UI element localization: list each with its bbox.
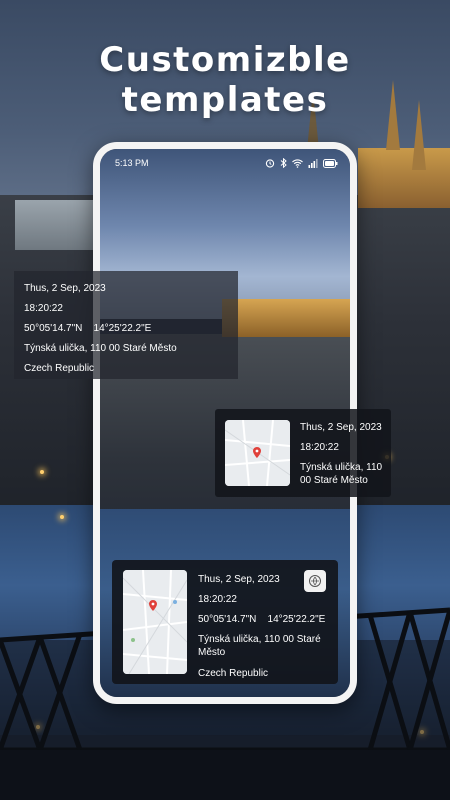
wifi-icon	[292, 158, 303, 168]
status-bar: 5:13 PM	[100, 149, 350, 177]
alarm-icon	[265, 158, 275, 168]
castle	[358, 148, 450, 208]
phone-castle	[222, 299, 350, 337]
card-date: Thus, 2 Sep, 2023	[24, 283, 106, 294]
timestamp-card-text-only[interactable]: Thus, 2 Sep, 2023 18:20:22 50°05'14.7"N …	[14, 271, 238, 379]
card-address: Týnská ulička, 110 00 Staré Město	[198, 634, 321, 658]
card-coordinates: 50°05'14.7"N 14°25'22.2"E	[24, 323, 152, 334]
card-time: 18:20:22	[24, 303, 63, 314]
map-thumbnail	[123, 570, 187, 674]
timestamp-card-map-full[interactable]: Thus, 2 Sep, 2023 18:20:22 50°05'14.7"N …	[112, 560, 338, 684]
card-coordinates: 50°05'14.7"N 14°25'22.2"E	[198, 614, 326, 625]
map-thumbnail	[225, 420, 290, 486]
card-address: Týnská ulička, 110 00 Staré Město	[300, 462, 383, 486]
location-badge-icon[interactable]	[304, 570, 326, 592]
card-time: 18:20:22	[198, 594, 237, 605]
building	[15, 200, 95, 250]
status-time: 5:13 PM	[115, 158, 149, 168]
card-address: Týnská ulička, 110 00 Staré Město	[24, 343, 177, 354]
signal-icon	[308, 158, 318, 168]
card-date: Thus, 2 Sep, 2023	[300, 422, 382, 433]
card-time: 18:20:22	[300, 442, 339, 453]
card-info: Thus, 2 Sep, 2023 18:20:22 Týnská ulička…	[300, 421, 388, 487]
bluetooth-icon	[280, 158, 287, 168]
headline: Customizble templates	[99, 40, 351, 120]
timestamp-card-map-small[interactable]: Thus, 2 Sep, 2023 18:20:22 Týnská ulička…	[215, 409, 391, 497]
battery-icon	[323, 158, 338, 168]
card-country: Czech Republic	[24, 363, 95, 374]
card-country: Czech Republic	[198, 668, 269, 679]
status-icons	[265, 158, 338, 168]
